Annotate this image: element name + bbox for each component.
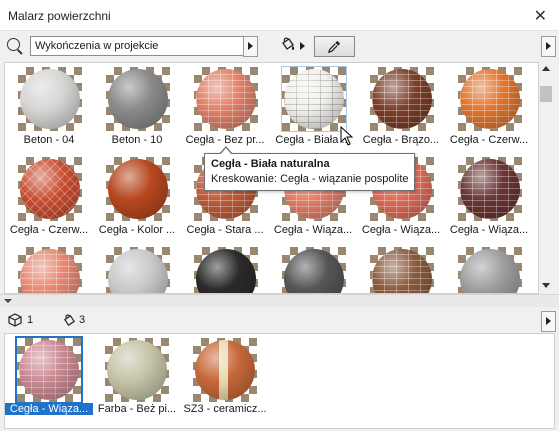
material-thumbnail [458, 247, 522, 293]
material-thumbnail [194, 67, 258, 131]
paint-bucket-icon[interactable] [280, 36, 296, 52]
material-tile[interactable]: Cegła - Bez pr... [181, 63, 269, 153]
material-thumbnail [194, 247, 258, 293]
expand-bottom-button[interactable] [541, 311, 556, 332]
used-material-tile[interactable]: Cegła - Wiąza... [5, 334, 93, 424]
mouse-cursor-icon [340, 126, 354, 146]
material-sphere [284, 249, 344, 293]
material-label: Cegła - Czerw... [449, 134, 529, 146]
material-sphere [372, 249, 432, 293]
used-material-tile[interactable]: SZ3 - ceramicz... [181, 334, 269, 424]
element-cube-icon [8, 313, 22, 327]
material-tile[interactable]: Beton - 10 [93, 63, 181, 153]
material-thumbnail [458, 157, 522, 221]
scroll-down-icon[interactable] [542, 283, 550, 288]
splitter-caret-icon[interactable] [4, 299, 12, 303]
material-thumbnail [18, 67, 82, 131]
used-material-label: Farba - Beż pi... [97, 403, 177, 415]
material-sphere [19, 340, 79, 400]
material-label: Cegła - Wiąza... [361, 224, 441, 236]
material-sphere [460, 159, 520, 219]
used-materials-panel: Cegła - Wiąza... Farba - Beż pi... SZ3 - c… [4, 333, 555, 429]
material-thumbnail [15, 336, 83, 404]
element-count: 1 [27, 314, 34, 326]
material-tile[interactable]: Cegła - Brązo... [357, 63, 445, 153]
material-sphere [108, 159, 168, 219]
filter-dropdown[interactable]: Wykończenia w projekcie [30, 36, 248, 56]
material-tile[interactable]: Cegła - Kolor ... [93, 153, 181, 243]
scroll-thumb[interactable] [540, 86, 552, 102]
material-thumbnail [282, 247, 346, 293]
material-label: Cegła - Czerw... [9, 224, 89, 236]
material-sphere [107, 340, 167, 400]
surface-bucket-icon [63, 314, 76, 327]
scroll-up-icon[interactable] [542, 66, 550, 71]
bucket-menu-caret[interactable] [300, 42, 305, 50]
material-sphere [460, 249, 520, 293]
collapse-panel-button[interactable] [541, 36, 556, 57]
search-icon[interactable] [7, 38, 20, 51]
material-thumbnail [106, 157, 170, 221]
material-sphere [20, 159, 80, 219]
material-thumbnail [106, 247, 170, 293]
material-tooltip: Cegła - Biała naturalna Kreskowanie: Ceg… [204, 146, 415, 191]
surface-count: 3 [79, 314, 86, 326]
gallery-scrollbar[interactable] [539, 62, 553, 292]
material-sphere [284, 69, 344, 129]
material-sphere [195, 340, 255, 400]
material-label: Beton - 10 [111, 134, 163, 146]
material-sphere [20, 69, 80, 129]
material-label: Cegła - Wiąza... [273, 224, 353, 236]
material-thumbnail [18, 157, 82, 221]
material-thumbnail [281, 66, 347, 132]
material-thumbnail [106, 67, 170, 131]
material-label: Beton - 04 [23, 134, 75, 146]
material-thumbnail [370, 67, 434, 131]
title-bar: Malarz powierzchni ✕ [0, 0, 559, 31]
material-sphere [108, 69, 168, 129]
eyedropper-icon [327, 40, 341, 54]
used-material-label: SZ3 - ceramicz... [183, 403, 267, 415]
material-sphere [460, 69, 520, 129]
material-label: Cegła - Brązo... [362, 134, 440, 146]
material-tile[interactable] [357, 243, 445, 293]
panel-splitter[interactable] [0, 294, 559, 307]
material-sphere [20, 249, 80, 293]
selection-info-bar: 1 3 [0, 308, 559, 332]
material-thumbnail [105, 338, 169, 402]
material-sphere [196, 69, 256, 129]
tooltip-title: Cegła - Biała naturalna [211, 158, 330, 170]
material-sphere [196, 249, 256, 293]
material-thumbnail [18, 247, 82, 293]
material-thumbnail [458, 67, 522, 131]
window-title: Malarz powierzchni [8, 9, 111, 23]
material-thumbnail [193, 338, 257, 402]
material-tile[interactable] [93, 243, 181, 293]
material-thumbnail [370, 247, 434, 293]
material-label: Cegła - Stara ... [186, 224, 264, 236]
material-tile[interactable]: Beton - 04 [5, 63, 93, 153]
material-tile[interactable]: Cegła - Wiąza... [445, 153, 533, 243]
close-icon[interactable]: ✕ [534, 6, 547, 26]
filter-arrow-button[interactable] [243, 36, 258, 57]
eyedropper-button[interactable] [314, 36, 355, 57]
material-label: Cegła - Kolor ... [98, 224, 176, 236]
material-tile[interactable] [445, 243, 533, 293]
used-material-label: Cegła - Wiąza... [5, 403, 93, 415]
material-tile[interactable] [269, 243, 357, 293]
material-sphere [108, 249, 168, 293]
material-label: Cegła - Wiąza... [449, 224, 529, 236]
material-tile[interactable] [181, 243, 269, 293]
material-label: Cegła - Bez pr... [185, 134, 265, 146]
used-material-tile[interactable]: Farba - Beż pi... [93, 334, 181, 424]
material-sphere [372, 69, 432, 129]
material-tile[interactable]: Cegła - Czerw... [445, 63, 533, 153]
search-row: Wykończenia w projekcie [0, 34, 559, 60]
material-tile[interactable] [5, 243, 93, 293]
tooltip-detail: Kreskowanie: Cegła - wiązanie pospolite [211, 173, 409, 185]
material-tile[interactable]: Cegła - Czerw... [5, 153, 93, 243]
